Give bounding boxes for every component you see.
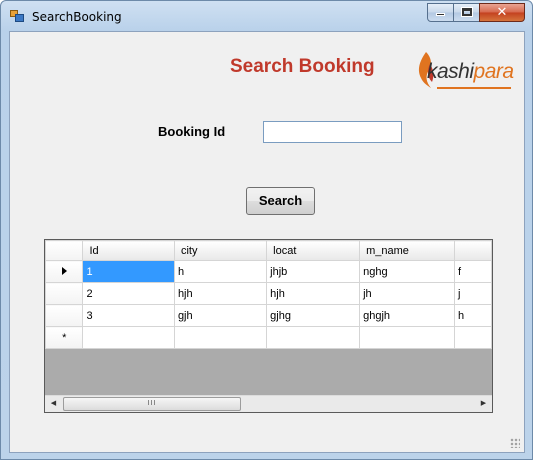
grid-cell[interactable]: h (173, 260, 268, 283)
grid-cell[interactable]: gjh (173, 304, 268, 327)
new-row-star-icon: * (62, 331, 67, 344)
grid-cell[interactable] (454, 326, 492, 349)
column-header-city[interactable]: city (173, 240, 268, 261)
booking-id-label: Booking Id (158, 124, 226, 139)
booking-id-input[interactable] (263, 121, 402, 143)
logo-underline (437, 87, 511, 89)
horizontal-scrollbar[interactable]: ◀ III ▶ (45, 395, 492, 412)
bookings-grid[interactable]: Id city locat m_name 1 h jhjb nghg f 2 h… (44, 239, 493, 413)
close-icon: ✕ (496, 5, 508, 20)
grid-cell[interactable] (266, 326, 361, 349)
grid-corner-header[interactable] (45, 240, 84, 261)
page-title: Search Booking (230, 56, 375, 77)
resize-grip-icon[interactable] (510, 438, 520, 448)
row-header-current[interactable] (45, 260, 84, 283)
close-button[interactable]: ✕ (479, 3, 525, 22)
grid-cell[interactable]: 2 (82, 282, 175, 305)
grid-header-row: Id city locat m_name (45, 240, 492, 261)
grid-cell[interactable]: gjhg (266, 304, 361, 327)
grid-cell[interactable] (173, 326, 268, 349)
logo-wordmark: kashipara (427, 60, 514, 83)
grid-cell[interactable]: hjh (266, 282, 361, 305)
grid-cell[interactable] (359, 326, 455, 349)
table-row[interactable]: 2 hjh hjh jh j (45, 282, 492, 305)
title-bar[interactable]: SearchBooking ✕ (1, 1, 532, 32)
new-row-marker[interactable]: * (45, 326, 84, 349)
window-title: SearchBooking (32, 10, 122, 24)
row-header[interactable] (45, 304, 84, 327)
app-window: SearchBooking ✕ Search Booking kashipara… (0, 0, 533, 460)
grid-cell[interactable]: j (454, 282, 492, 305)
grid-cell[interactable]: f (454, 260, 492, 283)
row-header[interactable] (45, 282, 84, 305)
minimize-icon (436, 13, 445, 16)
form-client-area: Search Booking kashipara Booking Id Sear… (9, 31, 525, 453)
grid-cell[interactable]: hjh (173, 282, 268, 305)
app-icon (10, 10, 24, 22)
maximize-icon (461, 8, 472, 16)
column-header-extra[interactable] (454, 240, 492, 261)
scroll-left-icon[interactable]: ◀ (45, 396, 62, 412)
grid-cell[interactable]: jh (359, 282, 455, 305)
minimize-button[interactable] (427, 3, 454, 22)
current-row-arrow-icon (61, 266, 67, 275)
column-header-m-name[interactable]: m_name (359, 240, 455, 261)
new-row[interactable]: * (45, 326, 492, 349)
maximize-button[interactable] (453, 3, 480, 22)
grid-cell[interactable]: ghgjh (359, 304, 455, 327)
table-row[interactable]: 1 h jhjb nghg f (45, 260, 492, 283)
search-button[interactable]: Search (246, 187, 315, 215)
company-logo: kashipara (413, 46, 514, 92)
scroll-thumb[interactable]: III (63, 397, 241, 411)
column-header-id[interactable]: Id (82, 240, 175, 261)
grid-cell[interactable]: h (454, 304, 492, 327)
column-header-locat[interactable]: locat (266, 240, 361, 261)
grid-cell[interactable]: 3 (82, 304, 175, 327)
grid-cell[interactable]: nghg (359, 260, 455, 283)
grid-cell[interactable]: 1 (82, 260, 175, 283)
grid-cell[interactable]: jhjb (266, 260, 361, 283)
table-row[interactable]: 3 gjh gjhg ghgjh h (45, 304, 492, 327)
grid-cell[interactable] (82, 326, 175, 349)
scroll-right-icon[interactable]: ▶ (475, 396, 492, 412)
